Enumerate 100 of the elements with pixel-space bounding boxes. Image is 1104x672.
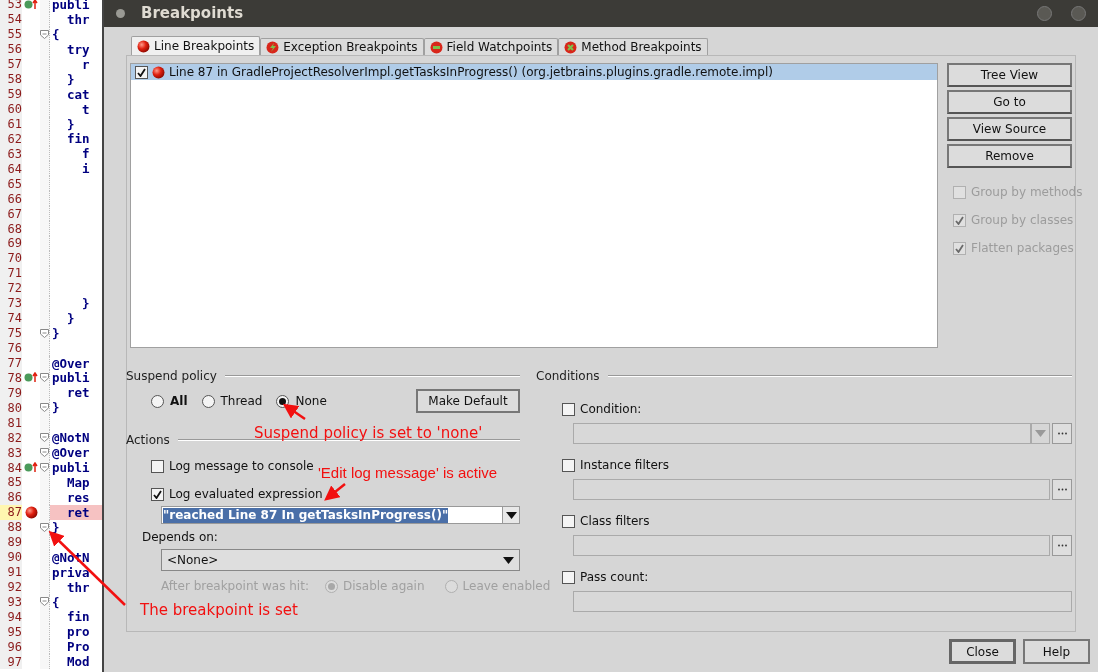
side-button[interactable]: Go to (947, 90, 1072, 114)
caret-icon (505, 511, 517, 519)
condition-field[interactable] (573, 535, 1050, 556)
annotation-text: Suspend policy is set to 'none' (254, 423, 483, 444)
option-label: Flatten packages (971, 240, 1074, 257)
fold-icon (40, 463, 49, 473)
tab[interactable]: Field Watchpoints (423, 38, 559, 55)
fold-gutter[interactable] (40, 310, 50, 326)
line-number: 85 (0, 475, 22, 490)
line-number: 82 (0, 430, 22, 446)
radio-button[interactable] (201, 394, 215, 408)
breakpoint-icon (137, 39, 150, 53)
checkbox[interactable] (151, 459, 164, 473)
dialog-button[interactable]: Help (1023, 639, 1090, 664)
fold-gutter[interactable] (40, 0, 50, 12)
checkbox-label: Log evaluated expression (169, 486, 323, 503)
fold-gutter[interactable] (40, 579, 50, 595)
side-button[interactable]: Tree View (947, 63, 1072, 87)
checkbox[interactable] (135, 65, 148, 79)
side-button[interactable]: Remove (947, 144, 1072, 168)
line-number: 80 (0, 400, 22, 416)
checkbox[interactable] (562, 570, 575, 584)
condition-field[interactable] (573, 591, 1072, 612)
fold-gutter[interactable] (40, 654, 50, 670)
line-number: 95 (0, 624, 22, 640)
dropdown-button[interactable] (1031, 423, 1050, 444)
breakpoint-icon (152, 65, 165, 79)
fold-gutter[interactable] (40, 415, 50, 431)
window-menu-icon[interactable] (116, 9, 125, 18)
list-item[interactable]: Line 87 in GradleProjectResolverImpl.getTasksInProgress() (org.jetbrains.plugins.gradle.remote.impl) (131, 64, 937, 80)
checkbox[interactable] (151, 487, 164, 501)
fold-gutter[interactable] (40, 11, 50, 27)
line-number: 62 (0, 131, 22, 147)
line-number: 84 (0, 460, 22, 475)
radio-button[interactable] (324, 579, 338, 593)
side-button[interactable]: View Source (947, 117, 1072, 141)
option-label: Group by methods (971, 184, 1083, 201)
fold-icon (40, 29, 49, 39)
line-number: 65 (0, 176, 22, 192)
fold-gutter[interactable] (40, 519, 50, 535)
fold-gutter[interactable] (40, 534, 50, 550)
line-number: 53 (0, 0, 22, 12)
fold-gutter[interactable] (40, 340, 50, 356)
ellipsis-icon (1057, 432, 1067, 435)
line-number: 83 (0, 445, 22, 461)
line-number: 94 (0, 609, 22, 625)
make-default-button[interactable]: Make Default (416, 389, 520, 413)
checkbox-label: Log message to console (169, 458, 314, 475)
tab[interactable]: Exception Breakpoints (260, 38, 424, 55)
condition-label: Instance filters (580, 457, 670, 474)
radio-button[interactable] (444, 579, 458, 593)
line-number: 69 (0, 236, 22, 251)
depends-on-dropdown[interactable]: <None> (161, 549, 520, 571)
fold-icon (40, 328, 49, 338)
browse-button[interactable] (1052, 423, 1072, 444)
window-title: Breakpoints (141, 3, 244, 25)
line-number: 97 (0, 654, 22, 670)
checkbox[interactable] (562, 458, 575, 472)
fold-gutter[interactable] (40, 41, 50, 57)
dialog-button[interactable]: Close (949, 639, 1016, 664)
radio-label: Thread (220, 393, 263, 410)
fold-gutter[interactable] (40, 355, 50, 371)
line-number: 64 (0, 161, 22, 177)
ellipsis-icon (1057, 544, 1067, 547)
line-number: 96 (0, 639, 22, 655)
radio-button[interactable] (151, 394, 164, 408)
checkbox[interactable] (562, 402, 575, 416)
section-title: Suspend policy (126, 368, 217, 385)
fold-icon (40, 448, 49, 458)
annotation-arrow (282, 403, 306, 421)
radio-label: All (170, 393, 188, 410)
annotation-text: The breakpoint is set (140, 600, 298, 621)
condition-label: Class filters (580, 513, 650, 530)
fold-gutter[interactable] (40, 385, 50, 401)
condition-label: Condition: (580, 401, 642, 418)
caret-icon (1035, 430, 1046, 437)
fold-icon (40, 597, 49, 607)
fold-gutter[interactable] (40, 504, 50, 520)
tab[interactable]: Method Breakpoints (558, 38, 708, 55)
checkbox[interactable] (562, 514, 575, 528)
method-breakpoint-icon (564, 40, 578, 54)
annotation-arrow (324, 483, 346, 501)
condition-label: Pass count: (580, 569, 649, 586)
option-label: Group by classes (971, 212, 1074, 229)
browse-button[interactable] (1052, 479, 1072, 500)
line-number: 81 (0, 415, 22, 431)
line-number: 67 (0, 206, 22, 222)
annotation-text: 'Edit log message' is active (318, 463, 498, 483)
maximize-button[interactable] (1037, 6, 1052, 21)
expression-value: "reached Line 87 In getTasksInProgress()" (163, 507, 449, 523)
fold-icon (40, 403, 49, 413)
tab[interactable]: Line Breakpoints (131, 36, 261, 55)
condition-field[interactable] (573, 479, 1050, 500)
line-number: 78 (0, 370, 22, 386)
browse-button[interactable] (1052, 535, 1072, 556)
close-button[interactable] (1071, 6, 1086, 21)
expression-combo[interactable]: "reached Line 87 In getTasksInProgress()" (161, 506, 520, 524)
condition-field[interactable] (573, 423, 1031, 444)
lightning-breakpoint-icon (266, 40, 280, 54)
section-title: Actions (126, 432, 170, 449)
